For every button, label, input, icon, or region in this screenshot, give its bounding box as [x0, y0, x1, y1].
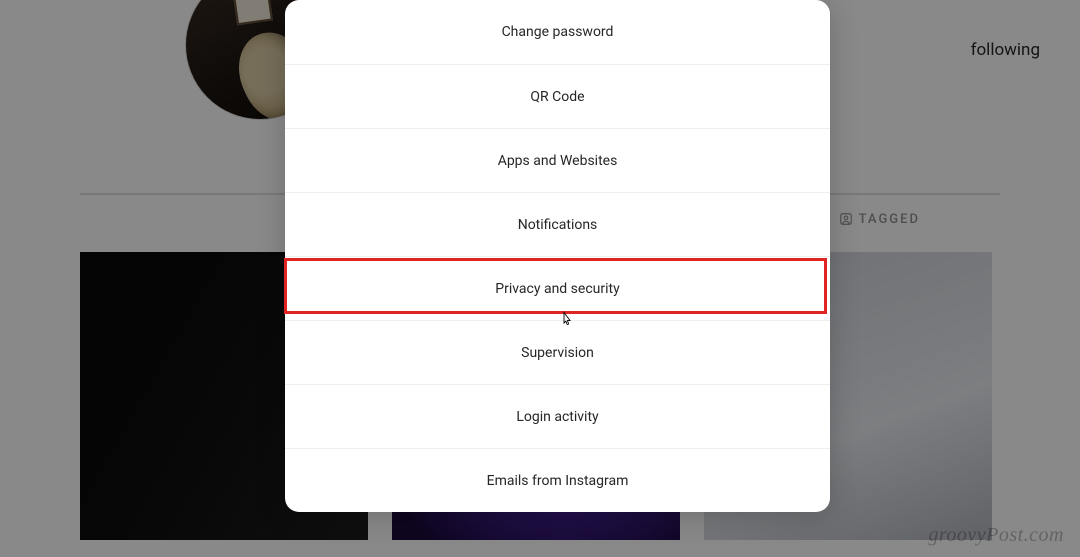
menu-item-label: QR Code [530, 89, 584, 105]
settings-menu: Change password QR Code Apps and Website… [285, 0, 830, 512]
menu-item-apps-and-websites[interactable]: Apps and Websites [285, 128, 830, 192]
menu-item-label: Login activity [516, 409, 598, 425]
menu-item-label: Change password [502, 24, 614, 40]
menu-item-privacy-and-security[interactable]: Privacy and security [285, 256, 830, 320]
menu-item-label: Privacy and security [495, 281, 619, 297]
menu-item-label: Emails from Instagram [487, 473, 629, 489]
menu-item-emails-from-instagram[interactable]: Emails from Instagram [285, 448, 830, 512]
menu-item-label: Apps and Websites [498, 153, 618, 169]
menu-item-login-activity[interactable]: Login activity [285, 384, 830, 448]
menu-item-change-password[interactable]: Change password [285, 0, 830, 64]
menu-item-notifications[interactable]: Notifications [285, 192, 830, 256]
menu-item-qr-code[interactable]: QR Code [285, 64, 830, 128]
menu-item-label: Supervision [521, 345, 594, 361]
menu-item-label: Notifications [518, 217, 598, 233]
menu-item-supervision[interactable]: Supervision [285, 320, 830, 384]
